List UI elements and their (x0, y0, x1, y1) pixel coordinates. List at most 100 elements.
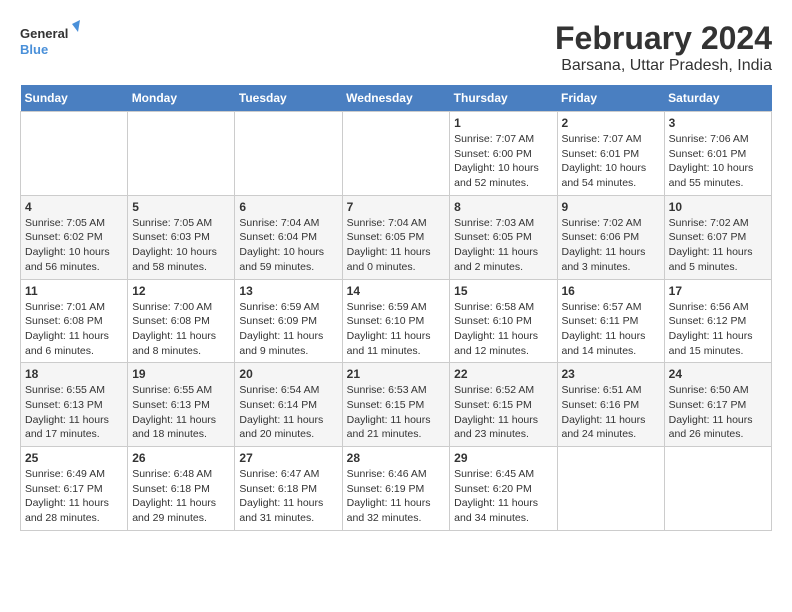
day-info: Sunrise: 7:07 AMSunset: 6:01 PMDaylight:… (562, 132, 660, 191)
calendar-table: SundayMondayTuesdayWednesdayThursdayFrid… (20, 85, 772, 531)
svg-text:Blue: Blue (20, 42, 48, 57)
calendar-cell (128, 112, 235, 196)
day-info: Sunrise: 6:55 AMSunset: 6:13 PMDaylight:… (25, 383, 123, 442)
day-info: Sunrise: 7:04 AMSunset: 6:05 PMDaylight:… (347, 216, 446, 275)
calendar-cell: 26 Sunrise: 6:48 AMSunset: 6:18 PMDayligh… (128, 447, 235, 531)
day-header-tuesday: Tuesday (235, 85, 342, 112)
logo: General Blue (20, 20, 80, 64)
day-header-wednesday: Wednesday (342, 85, 450, 112)
calendar-cell: 7 Sunrise: 7:04 AMSunset: 6:05 PMDaylight… (342, 195, 450, 279)
day-number: 24 (669, 367, 767, 381)
day-number: 26 (132, 451, 230, 465)
calendar-cell (664, 447, 771, 531)
day-number: 4 (25, 200, 123, 214)
calendar-cell: 2 Sunrise: 7:07 AMSunset: 6:01 PMDaylight… (557, 112, 664, 196)
calendar-cell (342, 112, 450, 196)
day-number: 15 (454, 284, 552, 298)
calendar-cell: 12 Sunrise: 7:00 AMSunset: 6:08 PMDayligh… (128, 279, 235, 363)
day-info: Sunrise: 6:56 AMSunset: 6:12 PMDaylight:… (669, 300, 767, 359)
calendar-cell (21, 112, 128, 196)
day-info: Sunrise: 6:52 AMSunset: 6:15 PMDaylight:… (454, 383, 552, 442)
calendar-cell: 23Sunrise: 6:51 AMSunset: 6:16 PMDayligh… (557, 363, 664, 447)
day-info: Sunrise: 6:59 AMSunset: 6:09 PMDaylight:… (239, 300, 337, 359)
day-number: 29 (454, 451, 552, 465)
day-info: Sunrise: 7:04 AMSunset: 6:04 PMDaylight:… (239, 216, 337, 275)
calendar-cell: 17 Sunrise: 6:56 AMSunset: 6:12 PMDayligh… (664, 279, 771, 363)
calendar-cell: 3Sunrise: 7:06 AMSunset: 6:01 PMDaylight… (664, 112, 771, 196)
calendar-cell: 24 Sunrise: 6:50 AMSunset: 6:17 PMDayligh… (664, 363, 771, 447)
calendar-cell (235, 112, 342, 196)
calendar-cell: 1 Sunrise: 7:07 AMSunset: 6:00 PMDaylight… (450, 112, 557, 196)
day-info: Sunrise: 6:46 AMSunset: 6:19 PMDaylight:… (347, 467, 446, 526)
calendar-cell: 9 Sunrise: 7:02 AMSunset: 6:06 PMDaylight… (557, 195, 664, 279)
calendar-cell: 5 Sunrise: 7:05 AMSunset: 6:03 PMDaylight… (128, 195, 235, 279)
day-number: 25 (25, 451, 123, 465)
day-info: Sunrise: 7:07 AMSunset: 6:00 PMDaylight:… (454, 132, 552, 191)
calendar-cell: 13 Sunrise: 6:59 AMSunset: 6:09 PMDayligh… (235, 279, 342, 363)
svg-text:General: General (20, 26, 68, 41)
day-number: 1 (454, 116, 552, 130)
calendar-cell: 25 Sunrise: 6:49 AMSunset: 6:17 PMDayligh… (21, 447, 128, 531)
day-header-friday: Friday (557, 85, 664, 112)
calendar-cell: 20 Sunrise: 6:54 AMSunset: 6:14 PMDayligh… (235, 363, 342, 447)
calendar-cell: 6 Sunrise: 7:04 AMSunset: 6:04 PMDaylight… (235, 195, 342, 279)
day-number: 10 (669, 200, 767, 214)
day-number: 6 (239, 200, 337, 214)
day-info: Sunrise: 7:02 AMSunset: 6:07 PMDaylight:… (669, 216, 767, 275)
day-number: 8 (454, 200, 552, 214)
day-info: Sunrise: 6:45 AMSunset: 6:20 PMDaylight:… (454, 467, 552, 526)
logo-svg: General Blue (20, 20, 80, 64)
day-header-saturday: Saturday (664, 85, 771, 112)
day-number: 28 (347, 451, 446, 465)
calendar-cell: 28 Sunrise: 6:46 AMSunset: 6:19 PMDayligh… (342, 447, 450, 531)
day-info: Sunrise: 7:05 AMSunset: 6:03 PMDaylight:… (132, 216, 230, 275)
calendar-cell: 11 Sunrise: 7:01 AMSunset: 6:08 PMDayligh… (21, 279, 128, 363)
day-number: 21 (347, 367, 446, 381)
day-number: 14 (347, 284, 446, 298)
day-info: Sunrise: 6:48 AMSunset: 6:18 PMDaylight:… (132, 467, 230, 526)
day-number: 13 (239, 284, 337, 298)
calendar-cell: 8Sunrise: 7:03 AMSunset: 6:05 PMDaylight… (450, 195, 557, 279)
day-info: Sunrise: 6:57 AMSunset: 6:11 PMDaylight:… (562, 300, 660, 359)
day-info: Sunrise: 6:51 AMSunset: 6:16 PMDaylight:… (562, 383, 660, 442)
day-number: 9 (562, 200, 660, 214)
day-number: 27 (239, 451, 337, 465)
calendar-cell: 29 Sunrise: 6:45 AMSunset: 6:20 PMDayligh… (450, 447, 557, 531)
calendar-cell: 27Sunrise: 6:47 AMSunset: 6:18 PMDayligh… (235, 447, 342, 531)
day-info: Sunrise: 6:59 AMSunset: 6:10 PMDaylight:… (347, 300, 446, 359)
day-header-monday: Monday (128, 85, 235, 112)
day-info: Sunrise: 7:02 AMSunset: 6:06 PMDaylight:… (562, 216, 660, 275)
day-header-thursday: Thursday (450, 85, 557, 112)
day-info: Sunrise: 6:53 AMSunset: 6:15 PMDaylight:… (347, 383, 446, 442)
day-info: Sunrise: 6:55 AMSunset: 6:13 PMDaylight:… (132, 383, 230, 442)
day-number: 16 (562, 284, 660, 298)
day-info: Sunrise: 6:49 AMSunset: 6:17 PMDaylight:… (25, 467, 123, 526)
day-info: Sunrise: 6:50 AMSunset: 6:17 PMDaylight:… (669, 383, 767, 442)
day-number: 11 (25, 284, 123, 298)
day-number: 17 (669, 284, 767, 298)
day-number: 20 (239, 367, 337, 381)
day-number: 22 (454, 367, 552, 381)
calendar-cell: 21 Sunrise: 6:53 AMSunset: 6:15 PMDayligh… (342, 363, 450, 447)
calendar-cell: 18 Sunrise: 6:55 AMSunset: 6:13 PMDayligh… (21, 363, 128, 447)
page-subtitle: Barsana, Uttar Pradesh, India (555, 57, 772, 75)
calendar-cell: 22 Sunrise: 6:52 AMSunset: 6:15 PMDayligh… (450, 363, 557, 447)
day-info: Sunrise: 6:54 AMSunset: 6:14 PMDaylight:… (239, 383, 337, 442)
calendar-cell: 14 Sunrise: 6:59 AMSunset: 6:10 PMDayligh… (342, 279, 450, 363)
calendar-cell (557, 447, 664, 531)
day-number: 18 (25, 367, 123, 381)
day-info: Sunrise: 7:05 AMSunset: 6:02 PMDaylight:… (25, 216, 123, 275)
title-block: February 2024 Barsana, Uttar Pradesh, In… (555, 20, 772, 75)
day-info: Sunrise: 7:06 AMSunset: 6:01 PMDaylight:… (669, 132, 767, 191)
day-info: Sunrise: 7:00 AMSunset: 6:08 PMDaylight:… (132, 300, 230, 359)
day-number: 5 (132, 200, 230, 214)
calendar-cell: 19Sunrise: 6:55 AMSunset: 6:13 PMDayligh… (128, 363, 235, 447)
day-number: 12 (132, 284, 230, 298)
day-number: 2 (562, 116, 660, 130)
day-number: 7 (347, 200, 446, 214)
calendar-cell: 16 Sunrise: 6:57 AMSunset: 6:11 PMDayligh… (557, 279, 664, 363)
day-header-sunday: Sunday (21, 85, 128, 112)
day-info: Sunrise: 7:01 AMSunset: 6:08 PMDaylight:… (25, 300, 123, 359)
calendar-cell: 15Sunrise: 6:58 AMSunset: 6:10 PMDayligh… (450, 279, 557, 363)
calendar-cell: 4 Sunrise: 7:05 AMSunset: 6:02 PMDaylight… (21, 195, 128, 279)
